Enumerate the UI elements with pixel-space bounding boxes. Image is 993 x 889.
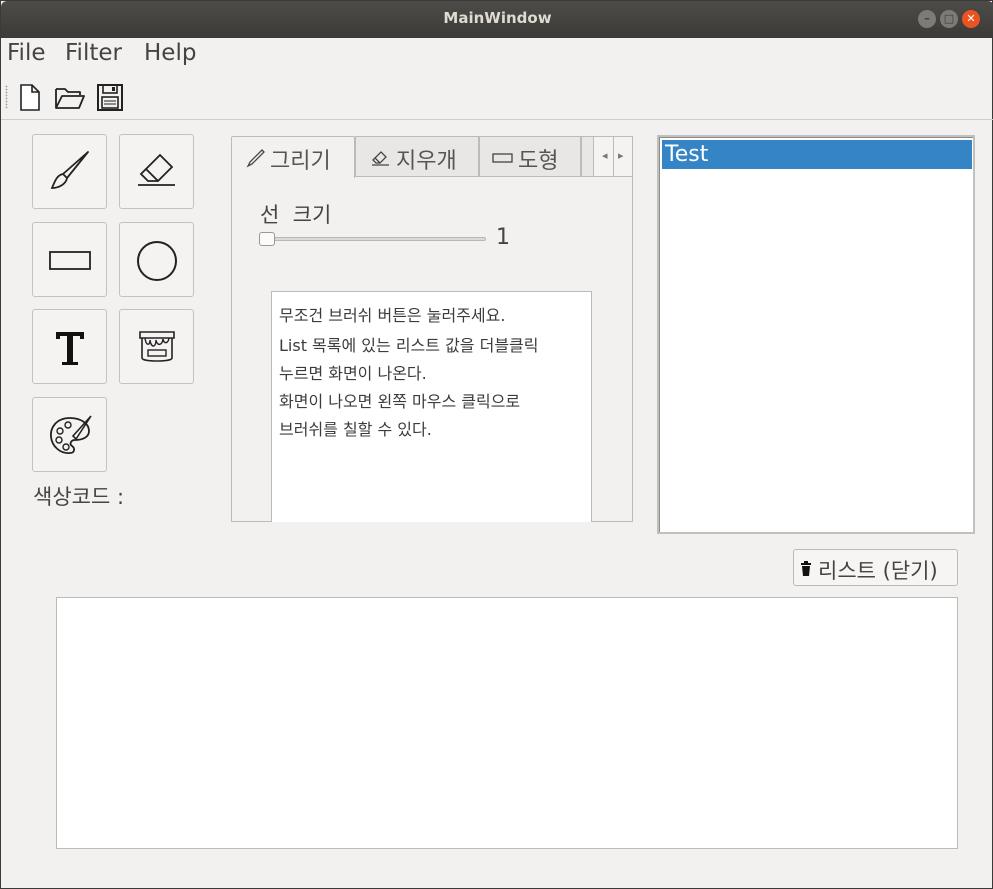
- window-title: MainWindow: [443, 9, 552, 27]
- rectangle-icon: [492, 153, 513, 163]
- tab-scroll-right-icon[interactable]: ▸: [618, 149, 624, 162]
- paint-bucket-icon: [139, 331, 175, 362]
- tab-shape[interactable]: 도형: [479, 136, 581, 177]
- drawing-canvas[interactable]: [56, 597, 958, 849]
- description-line: List 목록에 있는 리스트 값을 더블클릭: [279, 336, 539, 355]
- circle-icon: [137, 241, 177, 281]
- palette-button[interactable]: [32, 397, 107, 472]
- rectangle-icon: [49, 251, 91, 270]
- menu-filter[interactable]: Filter: [65, 40, 122, 66]
- toolbar: [1, 77, 993, 117]
- tab-eraser[interactable]: 지우개: [355, 136, 479, 177]
- tab-shape-label: 도형: [518, 149, 559, 174]
- line-size-label: 선 크기: [260, 203, 332, 227]
- tab-scroll-left-icon[interactable]: ◂: [602, 149, 608, 162]
- text-button[interactable]: [32, 309, 107, 384]
- close-list-button[interactable]: 리스트 (닫기): [793, 549, 958, 586]
- tab-eraser-label: 지우개: [396, 149, 457, 174]
- eraser-icon: [372, 151, 389, 166]
- open-folder-icon[interactable]: [53, 81, 85, 113]
- new-file-icon[interactable]: [15, 81, 45, 113]
- color-code-label: 색상코드 :: [33, 485, 125, 509]
- pencil-icon: [246, 149, 265, 168]
- toolbar-separator: [1, 119, 993, 120]
- close-list-label: 리스트 (닫기): [818, 559, 938, 583]
- menu-bar: File Filter Help: [1, 38, 993, 70]
- toolbar-grip[interactable]: [5, 85, 8, 109]
- line-size-value: 1: [496, 225, 510, 250]
- minimize-button[interactable]: –: [918, 10, 936, 28]
- trash-icon: [801, 561, 811, 576]
- eraser-icon: [138, 153, 175, 186]
- menu-file[interactable]: File: [7, 40, 46, 66]
- brush-button[interactable]: [32, 134, 107, 209]
- text-icon: [56, 332, 84, 365]
- tab-draw-label: 그리기: [270, 149, 331, 174]
- brush-icon: [50, 151, 89, 189]
- circle-button[interactable]: [119, 222, 194, 297]
- eraser-button[interactable]: [119, 134, 194, 209]
- rectangle-button[interactable]: [32, 222, 107, 297]
- close-button[interactable]: ✕: [962, 10, 980, 28]
- maximize-button[interactable]: □: [940, 10, 958, 28]
- line-size-slider-track[interactable]: [261, 237, 486, 241]
- description-line: 무조건 브러쉬 버튼은 눌러주세요.: [279, 306, 506, 325]
- paint-bucket-button[interactable]: [119, 309, 194, 384]
- palette-icon: [50, 415, 92, 454]
- save-icon[interactable]: [95, 81, 125, 113]
- title-bar[interactable]: MainWindow – □ ✕: [1, 1, 993, 38]
- main-window: MainWindow – □ ✕ File Filter Help 색상코드:…: [0, 0, 993, 889]
- description-textbox[interactable]: 무조건 브러쉬 버튼은 눌러주세요. List 목록에 있는 리스트 값을 더블…: [271, 291, 592, 522]
- tab-scroll-buttons[interactable]: ◂ ▸: [593, 136, 633, 177]
- line-size-slider-handle[interactable]: [259, 232, 275, 246]
- tab-draw[interactable]: 그리기: [231, 136, 355, 178]
- list-widget[interactable]: Test: [657, 135, 975, 534]
- list-item[interactable]: Test: [662, 140, 972, 169]
- description-line: 브러쉬를 칠할 수 있다.: [279, 420, 432, 439]
- description-line: 화면이 나오면 왼쪽 마우스 클릭으로: [279, 392, 521, 411]
- description-line: 누르면 화면이 나온다.: [279, 364, 427, 383]
- menu-help[interactable]: Help: [144, 40, 196, 66]
